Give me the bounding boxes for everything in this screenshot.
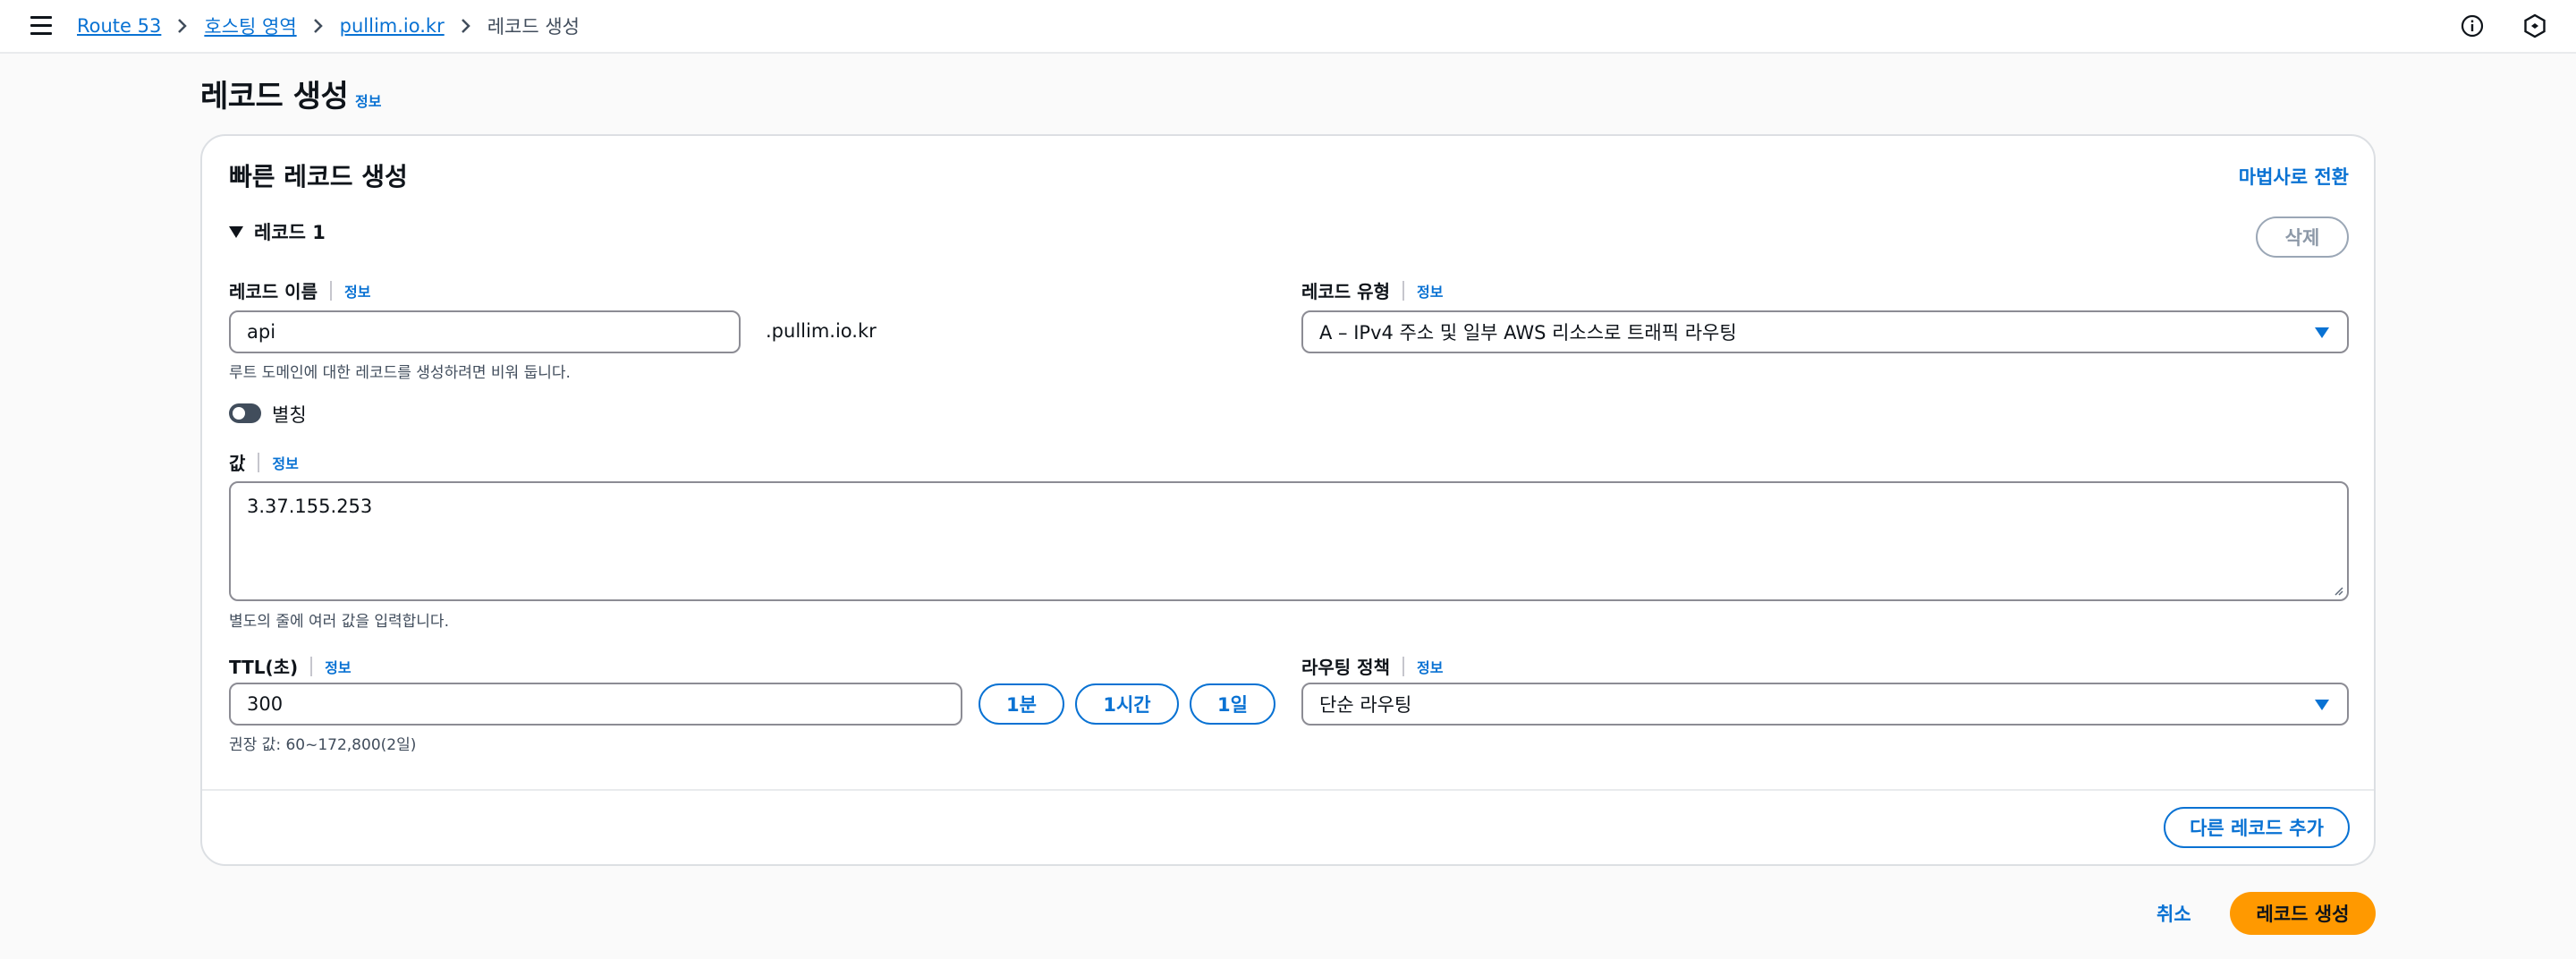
- page-title-info-link[interactable]: 정보: [355, 89, 381, 111]
- label-divider: [310, 656, 313, 676]
- routing-policy-selected: 단순 라우팅: [1319, 694, 1412, 716]
- alias-label: 별칭: [272, 404, 307, 426]
- label-divider: [258, 452, 260, 472]
- menu-icon[interactable]: [30, 16, 52, 36]
- domain-suffix: .pullim.io.kr: [766, 320, 877, 342]
- info-circle-icon[interactable]: [2459, 13, 2486, 39]
- quick-record-creation-panel: 빠른 레코드 생성 마법사로 전환 레코드 1 삭제 레코드 이름 정보 api…: [200, 134, 2376, 866]
- record-name-input[interactable]: api: [229, 310, 741, 353]
- ttl-1min-button[interactable]: 1분: [979, 683, 1064, 725]
- breadcrumb-zone[interactable]: pullim.io.kr: [340, 15, 445, 37]
- page-title: 레코드 생성: [200, 79, 349, 115]
- chevron-right-icon: [445, 18, 487, 34]
- routing-policy-info-link[interactable]: 정보: [1417, 656, 1443, 677]
- value-hint: 별도의 줄에 여러 값을 입력합니다.: [229, 613, 449, 631]
- record-type-select[interactable]: A – IPv4 주소 및 일부 AWS 리소스로 트래픽 라우팅: [1301, 310, 2349, 353]
- resize-handle-icon[interactable]: [2333, 585, 2343, 596]
- top-navigation-bar: Route 53 호스팅 영역 pullim.io.kr 레코드 생성: [0, 0, 2576, 54]
- label-divider: [329, 280, 332, 301]
- ttl-1day-button[interactable]: 1일: [1190, 683, 1275, 725]
- record-type-info-link[interactable]: 정보: [1417, 280, 1443, 301]
- create-records-button[interactable]: 레코드 생성: [2230, 892, 2376, 935]
- value-label: 값 정보: [229, 449, 299, 475]
- routing-policy-label-text: 라우팅 정책: [1301, 657, 1390, 678]
- record-1-expander[interactable]: 레코드 1: [229, 218, 326, 245]
- routing-policy-label: 라우팅 정책 정보: [1301, 653, 1443, 679]
- record-type-selected: A – IPv4 주소 및 일부 AWS 리소스로 트래픽 라우팅: [1319, 322, 1737, 344]
- breadcrumb-current: 레코드 생성: [487, 16, 580, 38]
- ttl-value: 300: [247, 693, 284, 715]
- value-info-link[interactable]: 정보: [272, 452, 298, 473]
- alias-toggle[interactable]: [229, 403, 261, 423]
- routing-policy-select[interactable]: 단순 라우팅: [1301, 683, 2349, 726]
- delete-record-button[interactable]: 삭제: [2256, 216, 2349, 258]
- record-section-label: 레코드 1: [254, 222, 326, 243]
- caret-down-icon: [2315, 327, 2329, 338]
- record-name-hint: 루트 도메인에 대한 레코드를 생성하려면 비워 둡니다.: [229, 364, 571, 382]
- record-type-label: 레코드 유형 정보: [1301, 277, 1443, 303]
- toggle-knob: [233, 407, 245, 420]
- chevron-right-icon: [297, 18, 340, 34]
- record-name-label-text: 레코드 이름: [229, 281, 318, 302]
- caret-down-icon: [229, 225, 243, 238]
- record-type-label-text: 레코드 유형: [1301, 281, 1390, 302]
- settings-hexagon-icon[interactable]: [2521, 13, 2548, 39]
- cancel-button[interactable]: 취소: [2157, 900, 2191, 927]
- breadcrumb-route53[interactable]: Route 53: [77, 15, 161, 37]
- breadcrumb: Route 53 호스팅 영역 pullim.io.kr 레코드 생성: [77, 13, 580, 39]
- label-divider: [1402, 656, 1404, 676]
- ttl-input[interactable]: 300: [229, 683, 962, 726]
- value-label-text: 값: [229, 453, 246, 474]
- panel-title: 빠른 레코드 생성: [229, 162, 408, 191]
- ttl-label: TTL(초) 정보: [229, 653, 352, 679]
- ttl-hint: 권장 값: 60~172,800(2일): [229, 736, 417, 754]
- ttl-label-text: TTL(초): [229, 657, 299, 678]
- chevron-right-icon: [161, 18, 204, 34]
- record-name-label: 레코드 이름 정보: [229, 277, 370, 303]
- switch-to-wizard-link[interactable]: 마법사로 전환: [2239, 163, 2349, 190]
- record-name-info-link[interactable]: 정보: [344, 280, 370, 301]
- add-another-record-button[interactable]: 다른 레코드 추가: [2164, 807, 2350, 848]
- panel-divider: [202, 789, 2374, 791]
- value-text: 3.37.155.253: [247, 496, 373, 517]
- record-name-value: api: [247, 321, 276, 343]
- label-divider: [1402, 280, 1404, 301]
- breadcrumb-hosted-zones[interactable]: 호스팅 영역: [204, 13, 296, 39]
- ttl-1hour-button[interactable]: 1시간: [1075, 683, 1179, 725]
- caret-down-icon: [2315, 700, 2329, 710]
- value-textarea[interactable]: 3.37.155.253: [229, 481, 2349, 601]
- ttl-info-link[interactable]: 정보: [325, 656, 351, 677]
